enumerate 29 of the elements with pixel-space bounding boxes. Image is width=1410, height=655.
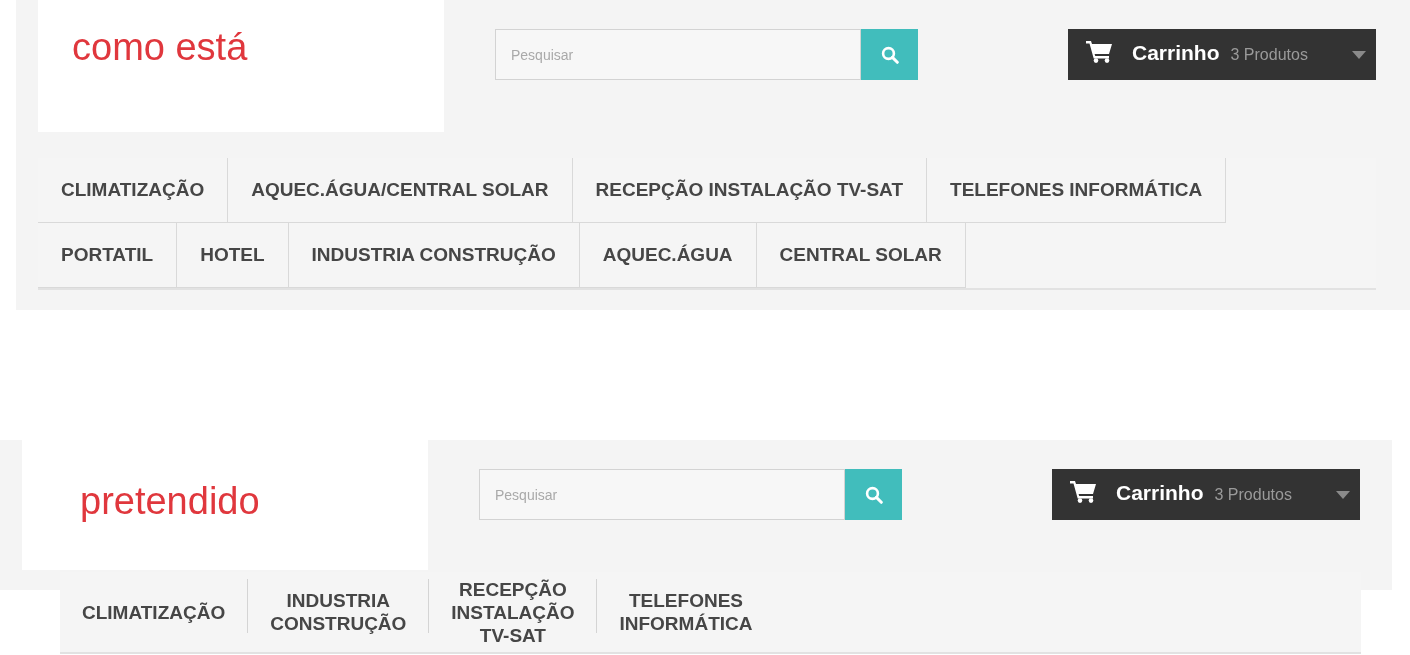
menu-item[interactable]: AQUEC.ÁGUA/CENTRAL SOLAR bbox=[228, 158, 573, 223]
cart-icon bbox=[1086, 40, 1112, 63]
menu-item[interactable]: RECEPÇÃO INSTALAÇÃO TV-SAT bbox=[429, 577, 597, 647]
caret-icon bbox=[1352, 50, 1366, 59]
search-icon bbox=[880, 45, 899, 64]
caret-icon bbox=[1336, 490, 1350, 499]
search-field[interactable]: Pesquisar bbox=[495, 29, 861, 80]
search-field[interactable]: Pesquisar bbox=[479, 469, 845, 520]
cart-button[interactable]: Carrinho 3 Produtos bbox=[1068, 29, 1376, 80]
menu-item[interactable]: INDUSTRIA CONSTRUÇÃO bbox=[288, 223, 580, 288]
cart-icon bbox=[1070, 480, 1096, 503]
cart-count: 3 Produtos bbox=[1214, 485, 1292, 504]
annotation-text: pretendido bbox=[80, 482, 260, 520]
menu-item[interactable]: CLIMATIZAÇÃO bbox=[60, 600, 248, 624]
menu-item[interactable]: RECEPÇÃO INSTALAÇÃO TV-SAT bbox=[572, 158, 928, 223]
menu-item[interactable]: INDUSTRIA CONSTRUÇÃO bbox=[248, 589, 429, 635]
menu-item[interactable]: AQUEC.ÁGUA bbox=[579, 223, 757, 288]
menu-item[interactable]: CLIMATIZAÇÃO bbox=[38, 158, 229, 223]
menu-item[interactable]: CENTRAL SOLAR bbox=[756, 223, 966, 288]
cart-button[interactable]: Carrinho 3 Produtos bbox=[1052, 469, 1360, 520]
search-button[interactable] bbox=[861, 29, 918, 80]
menu-item[interactable]: TELEFONES INFORMÁTICA bbox=[927, 158, 1227, 223]
menu-item[interactable]: PORTATIL bbox=[38, 223, 178, 288]
annotation-text: como está bbox=[72, 28, 248, 66]
search-button[interactable] bbox=[845, 469, 902, 520]
cart-count: 3 Produtos bbox=[1230, 45, 1308, 64]
menu-item[interactable]: TELEFONES INFORMÁTICA bbox=[597, 589, 775, 635]
search-icon bbox=[864, 485, 883, 504]
menu-item[interactable]: HOTEL bbox=[177, 223, 289, 288]
